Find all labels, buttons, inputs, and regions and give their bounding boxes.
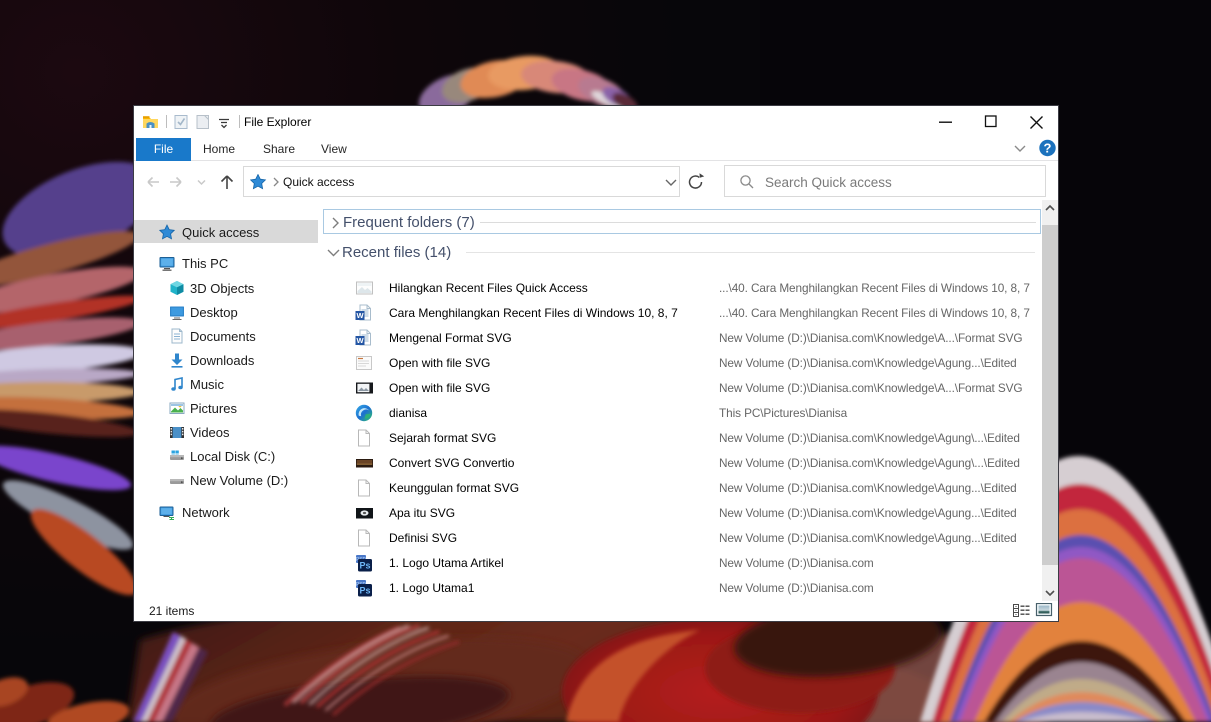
- svg-text:W: W: [356, 311, 364, 320]
- svg-text:Ps: Ps: [359, 586, 370, 596]
- svg-text:W: W: [356, 336, 364, 345]
- svg-text:?: ?: [1044, 141, 1052, 156]
- svg-text:Ps: Ps: [359, 561, 370, 571]
